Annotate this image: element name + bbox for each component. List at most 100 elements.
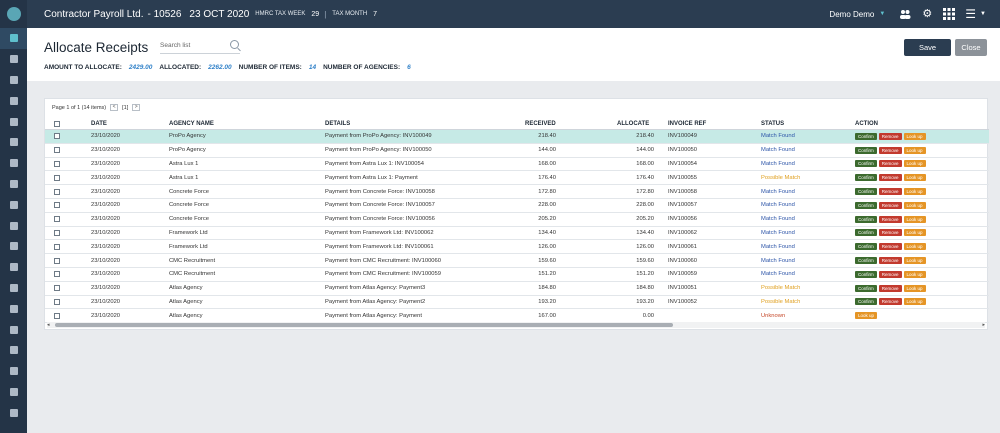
row-checkbox[interactable] — [54, 216, 60, 223]
confirm-button[interactable]: Confirm — [855, 201, 877, 209]
menu-chevron-down-icon[interactable]: ▼ — [980, 11, 986, 17]
remove-button[interactable]: Remove — [878, 188, 902, 196]
mail-icon[interactable] — [0, 402, 27, 423]
table-row[interactable]: 23/10/2020 Concrete Force Payment from Con… — [45, 185, 989, 199]
col-invoice-ref[interactable]: INVOICE REF — [668, 119, 706, 129]
save-button[interactable]: Save — [904, 39, 951, 56]
confirm-button[interactable]: Confirm — [855, 298, 877, 306]
lookup-button[interactable]: Look up — [903, 270, 926, 278]
row-checkbox[interactable] — [54, 285, 60, 292]
table-row[interactable]: 23/10/2020 ProPo Agency Payment from ProPo… — [45, 130, 989, 144]
lookup-button[interactable]: Look up — [903, 201, 926, 209]
scroll-left-icon[interactable]: ◂ — [47, 322, 50, 328]
col-received[interactable]: RECEIVED — [525, 119, 556, 129]
tools-icon[interactable] — [0, 382, 27, 403]
pager-next-button[interactable]: > — [132, 104, 141, 111]
table-row[interactable]: 23/10/2020 Framework Ltd Payment from Fram… — [45, 240, 989, 255]
table-row[interactable]: 23/10/2020 CMC Recruitment Payment from CM… — [45, 268, 989, 282]
table-row[interactable]: 23/10/2020 Concrete Force Payment from Con… — [45, 213, 989, 227]
table-row[interactable]: 23/10/2020 Astra Lux 1 Payment from Astra … — [45, 171, 989, 186]
lookup-button[interactable]: Look up — [903, 215, 926, 223]
confirm-button[interactable]: Confirm — [855, 132, 877, 140]
confirm-button[interactable]: Confirm — [855, 174, 877, 182]
remove-button[interactable]: Remove — [878, 270, 902, 278]
report-icon[interactable] — [0, 257, 27, 278]
row-checkbox[interactable] — [54, 174, 60, 181]
building-icon[interactable] — [0, 49, 27, 70]
lookup-button[interactable]: Look up — [903, 188, 926, 196]
apps-grid-icon[interactable] — [943, 8, 956, 20]
lookup-button[interactable]: Look up — [903, 257, 926, 265]
file-icon[interactable] — [0, 153, 27, 174]
col-details[interactable]: DETAILS — [325, 119, 350, 129]
table-row[interactable]: 23/10/2020 Concrete Force Payment from Con… — [45, 199, 989, 213]
col-agency[interactable]: AGENCY NAME — [169, 119, 214, 129]
chevron-down-icon[interactable]: ▼ — [879, 11, 885, 17]
confirm-button[interactable]: Confirm — [855, 188, 877, 196]
clipboard-icon[interactable] — [0, 111, 27, 132]
select-all-checkbox[interactable] — [54, 121, 60, 127]
user-name[interactable]: Demo Demo — [829, 10, 874, 19]
briefcase-icon[interactable] — [0, 215, 27, 236]
archive-icon[interactable] — [0, 361, 27, 382]
col-date[interactable]: DATE — [91, 119, 107, 129]
calculator-icon[interactable] — [0, 174, 27, 195]
row-checkbox[interactable] — [54, 147, 60, 154]
remove-button[interactable]: Remove — [878, 146, 902, 154]
remove-button[interactable]: Remove — [878, 160, 902, 168]
gear-icon[interactable]: ⚙ — [921, 8, 933, 20]
pager-prev-button[interactable]: < — [110, 104, 119, 111]
table-row[interactable]: 23/10/2020 Framework Ltd Payment from Fram… — [45, 227, 989, 241]
table-row[interactable]: 23/10/2020 ProPo Agency Payment from ProPo… — [45, 144, 989, 158]
folder-icon[interactable] — [0, 319, 27, 340]
row-checkbox[interactable] — [54, 188, 60, 195]
lookup-button[interactable]: Look up — [903, 174, 926, 182]
col-status[interactable]: STATUS — [761, 119, 784, 129]
receipt-icon[interactable] — [0, 298, 27, 319]
remove-button[interactable]: Remove — [878, 215, 902, 223]
confirm-button[interactable]: Confirm — [855, 270, 877, 278]
lookup-button[interactable]: Look up — [903, 284, 926, 292]
confirm-button[interactable]: Confirm — [855, 215, 877, 223]
row-checkbox[interactable] — [54, 257, 60, 264]
table-row[interactable]: 23/10/2020 Atlas Agency Payment from Atlas… — [45, 296, 989, 310]
users-icon[interactable] — [0, 90, 27, 111]
documents-icon[interactable] — [0, 132, 27, 153]
remove-button[interactable]: Remove — [878, 298, 902, 306]
lookup-button[interactable]: Look up — [903, 229, 926, 237]
remove-button[interactable]: Remove — [878, 257, 902, 265]
folder-open-icon[interactable] — [0, 340, 27, 361]
confirm-button[interactable]: Confirm — [855, 243, 877, 251]
bank-icon[interactable] — [0, 236, 27, 257]
person-icon[interactable] — [0, 194, 27, 215]
row-checkbox[interactable] — [54, 298, 60, 305]
table-row[interactable]: 23/10/2020 Astra Lux 1 Payment from Astra … — [45, 158, 989, 172]
remove-button[interactable]: Remove — [878, 132, 902, 140]
confirm-button[interactable]: Confirm — [855, 257, 877, 265]
row-checkbox[interactable] — [54, 133, 60, 140]
app-logo-icon[interactable] — [0, 0, 27, 28]
confirm-button[interactable]: Confirm — [855, 146, 877, 154]
confirm-button[interactable]: Confirm — [855, 284, 877, 292]
confirm-button[interactable]: Confirm — [855, 160, 877, 168]
col-action[interactable]: ACTION — [855, 119, 878, 129]
confirm-button[interactable]: Confirm — [855, 229, 877, 237]
col-allocate[interactable]: ALLOCATE — [617, 119, 649, 129]
close-button[interactable]: Close — [955, 39, 987, 56]
people-icon[interactable] — [899, 8, 911, 20]
row-checkbox[interactable] — [54, 271, 60, 278]
remove-button[interactable]: Remove — [878, 229, 902, 237]
pager-page[interactable]: [1] — [122, 105, 128, 111]
tag-icon[interactable] — [0, 70, 27, 91]
horizontal-scrollbar[interactable]: ◂ ▸ — [47, 322, 985, 328]
row-checkbox[interactable] — [54, 243, 60, 250]
row-checkbox[interactable] — [54, 202, 60, 209]
search-icon[interactable] — [230, 40, 239, 49]
scrollbar-thumb[interactable] — [55, 323, 673, 327]
lookup-button[interactable]: Look up — [903, 132, 926, 140]
remove-button[interactable]: Remove — [878, 174, 902, 182]
row-checkbox[interactable] — [54, 229, 60, 236]
table-row[interactable]: 23/10/2020 Atlas Agency Payment from Atlas… — [45, 282, 989, 296]
menu-icon[interactable]: ☰ — [965, 7, 976, 21]
home-icon[interactable] — [0, 28, 27, 49]
